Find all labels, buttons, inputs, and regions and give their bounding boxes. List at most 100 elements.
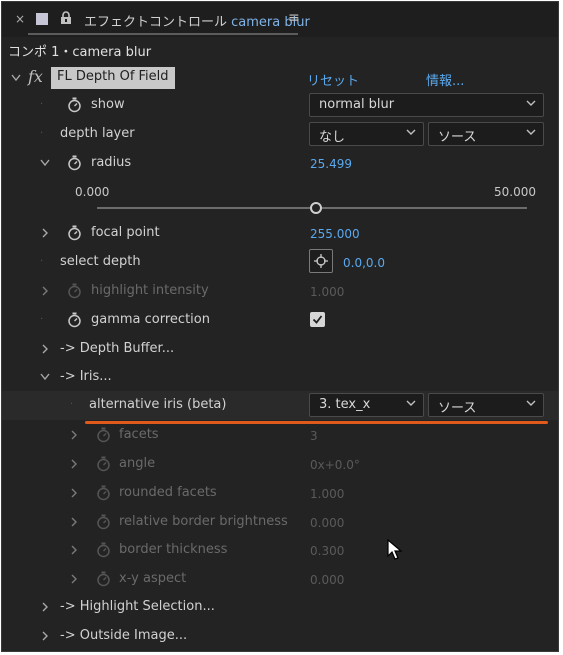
stopwatch-icon[interactable] [67,312,82,328]
property-row-rounded-facets: rounded facets 1.000 [2,479,558,508]
stopwatch-icon[interactable] [67,155,82,171]
property-row-gamma-correction: · gamma correction [2,306,558,335]
property-label: depth layer [60,126,135,141]
rounded-facets-value: 1.000 [310,487,345,501]
alternative-iris-layer-dropdown[interactable]: 3. tex_x [309,393,424,417]
chevron-right-icon[interactable] [70,574,78,584]
stopwatch-icon[interactable] [67,97,82,113]
mouse-pointer-icon [387,539,403,560]
panel-menu-icon[interactable]: ≡ [288,10,300,26]
property-label: gamma correction [91,312,210,327]
xy-aspect-value: 0.000 [310,573,345,587]
stopwatch-icon [97,485,110,501]
property-label: focal point [91,225,160,240]
show-dropdown[interactable]: normal blur [309,93,544,117]
property-row-xy-aspect: x-y aspect 0.000 [2,565,558,594]
radius-slider-thumb[interactable] [310,202,323,214]
property-row-alternative-iris: · alternative iris (beta) 3. tex_x ソース [2,391,558,420]
property-group-outside-image[interactable]: -> Outside Image... [2,622,558,651]
row-dot: · [40,314,44,325]
effect-name[interactable]: FL Depth Of Field [51,67,175,89]
dropdown-value: 3. tex_x [319,397,371,412]
chevron-right-icon[interactable] [41,631,49,641]
border-thickness-value: 0.300 [310,544,345,558]
chevron-right-icon[interactable] [41,228,49,238]
property-row-radius: radius 25.499 [2,149,558,178]
group-label: -> Outside Image... [60,628,188,643]
chevron-right-icon[interactable] [41,286,49,296]
chevron-down-icon [526,100,536,106]
panel-tab-title[interactable]: エフェクトコントロール camera blur [84,11,310,30]
property-group-depth-buffer[interactable]: -> Depth Buffer... [2,335,558,364]
chevron-right-icon[interactable] [41,602,49,612]
chevron-down-icon[interactable] [11,74,21,82]
property-label: x-y aspect [119,571,187,586]
slider-max-label: 50.000 [494,185,536,199]
depth-source-dropdown[interactable]: ソース [428,122,544,146]
chevron-right-icon[interactable] [70,430,78,440]
stopwatch-icon [97,427,110,443]
alternative-iris-source-dropdown[interactable]: ソース [428,393,544,417]
depth-layer-dropdown[interactable]: なし [309,122,424,146]
dropdown-value: ソース [438,401,477,416]
property-label: show [91,97,125,112]
stopwatch-icon [97,514,110,530]
chevron-right-icon[interactable] [70,517,78,527]
active-tab-underline [28,33,298,35]
property-label: radius [91,155,132,170]
group-label: -> Iris... [60,369,112,384]
chevron-down-icon[interactable] [40,373,50,381]
property-label: facets [119,427,159,442]
stopwatch-icon [97,542,110,558]
close-tab-icon[interactable]: × [15,12,25,26]
info-link[interactable]: 情報... [426,70,464,89]
property-row-facets: facets 3 [2,421,558,450]
effect-controls-panel: × エフェクトコントロール camera blur ≡ コンポ 1・camera… [1,1,559,652]
row-dot: · [40,256,44,267]
property-row-relative-border-brightness: relative border brightness 0.000 [2,508,558,537]
chevron-right-icon[interactable] [41,344,49,354]
property-row-show: · show normal blur [2,91,558,120]
crosshair-target-button[interactable] [309,249,333,273]
property-group-highlight-selection[interactable]: -> Highlight Selection... [2,593,558,622]
panel-tab-bar: × エフェクトコントロール camera blur ≡ [2,2,558,37]
property-label: rounded facets [119,485,217,500]
reset-link[interactable]: リセット [307,70,359,89]
panel-title-prefix: エフェクトコントロール [84,15,228,30]
chevron-down-icon[interactable] [40,159,50,167]
slider-min-label: 0.000 [75,185,110,199]
chevron-down-icon [526,129,536,135]
chevron-right-icon[interactable] [70,459,78,469]
group-label: -> Depth Buffer... [60,341,175,356]
chevron-down-icon [406,129,416,135]
property-row-highlight-intensity: highlight intensity 1.000 [2,277,558,306]
property-label: relative border brightness [119,514,288,529]
stopwatch-icon[interactable] [67,225,82,241]
chevron-down-icon [526,400,536,406]
select-depth-value[interactable]: 0.0,0.0 [343,256,385,270]
chevron-right-icon[interactable] [70,488,78,498]
property-row-angle: angle 0x+0.0° [2,450,558,479]
stopwatch-icon [97,571,110,587]
property-label: select depth [60,254,141,269]
property-row-focal-point: focal point 255.000 [2,219,558,248]
gamma-correction-checkbox[interactable] [310,312,325,327]
focal-point-value[interactable]: 255.000 [310,227,360,241]
comp-layer-title: コンポ 1・camera blur [8,45,152,60]
stopwatch-icon [97,456,110,472]
effect-header-row: fx FL Depth Of Field リセット 情報... [2,64,558,92]
property-label: angle [119,456,156,471]
panel-color-swatch-icon [36,13,48,25]
lock-icon[interactable] [60,11,72,25]
property-row-select-depth: · select depth 0.0,0.0 [2,248,558,277]
chevron-right-icon[interactable] [70,545,78,555]
radius-value[interactable]: 25.499 [310,157,352,171]
facets-value: 3 [310,429,318,443]
dropdown-value: ソース [438,130,477,145]
property-row-depth-layer: · depth layer なし ソース [2,120,558,149]
fx-toggle-icon[interactable]: fx [28,67,43,86]
row-dot: · [40,128,44,139]
property-group-iris[interactable]: -> Iris... [2,363,558,392]
group-label: -> Highlight Selection... [60,599,215,614]
row-dot: · [70,399,74,410]
